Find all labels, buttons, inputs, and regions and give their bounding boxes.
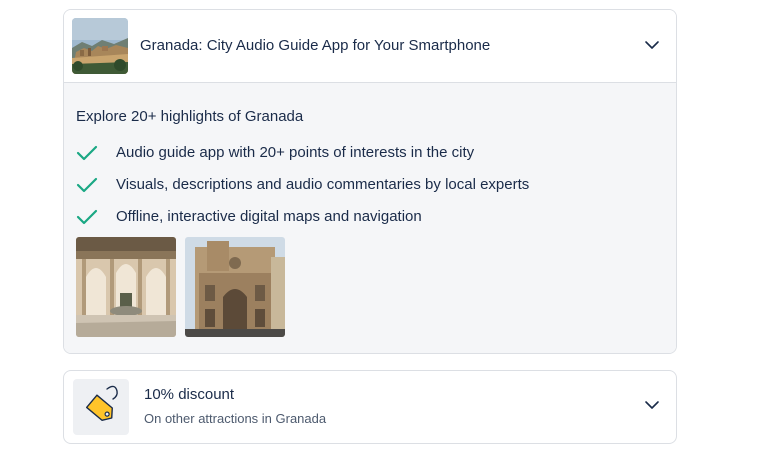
granada-cathedral-photo[interactable]: [185, 237, 285, 337]
product-card: Granada: City Audio Guide App for Your S…: [63, 9, 677, 354]
chevron-down-icon[interactable]: [644, 37, 660, 53]
checkmark-icon: [76, 144, 98, 162]
product-details-panel: Explore 20+ highlights of Granada Audio …: [64, 83, 676, 353]
feature-text: Audio guide app with 20+ points of inter…: [116, 144, 475, 161]
alhambra-photo[interactable]: [76, 237, 176, 337]
checkmark-icon: [76, 176, 98, 194]
feature-text: Visuals, descriptions and audio commenta…: [116, 176, 530, 193]
discount-title: 10% discount: [144, 386, 235, 403]
chevron-down-icon[interactable]: [644, 397, 660, 413]
product-title: Granada: City Audio Guide App for Your S…: [140, 37, 491, 54]
checkmark-icon: [76, 208, 98, 226]
discount-card[interactable]: 10% discount On other attractions in Gra…: [63, 370, 677, 444]
discount-subtitle: On other attractions in Granada: [144, 411, 327, 426]
highlights-intro: Explore 20+ highlights of Granada: [76, 108, 304, 125]
feature-text: Offline, interactive digital maps and na…: [116, 208, 422, 225]
price-tag-icon: [73, 379, 129, 435]
product-card-header[interactable]: Granada: City Audio Guide App for Your S…: [64, 10, 676, 83]
granada-thumbnail: [72, 18, 128, 74]
